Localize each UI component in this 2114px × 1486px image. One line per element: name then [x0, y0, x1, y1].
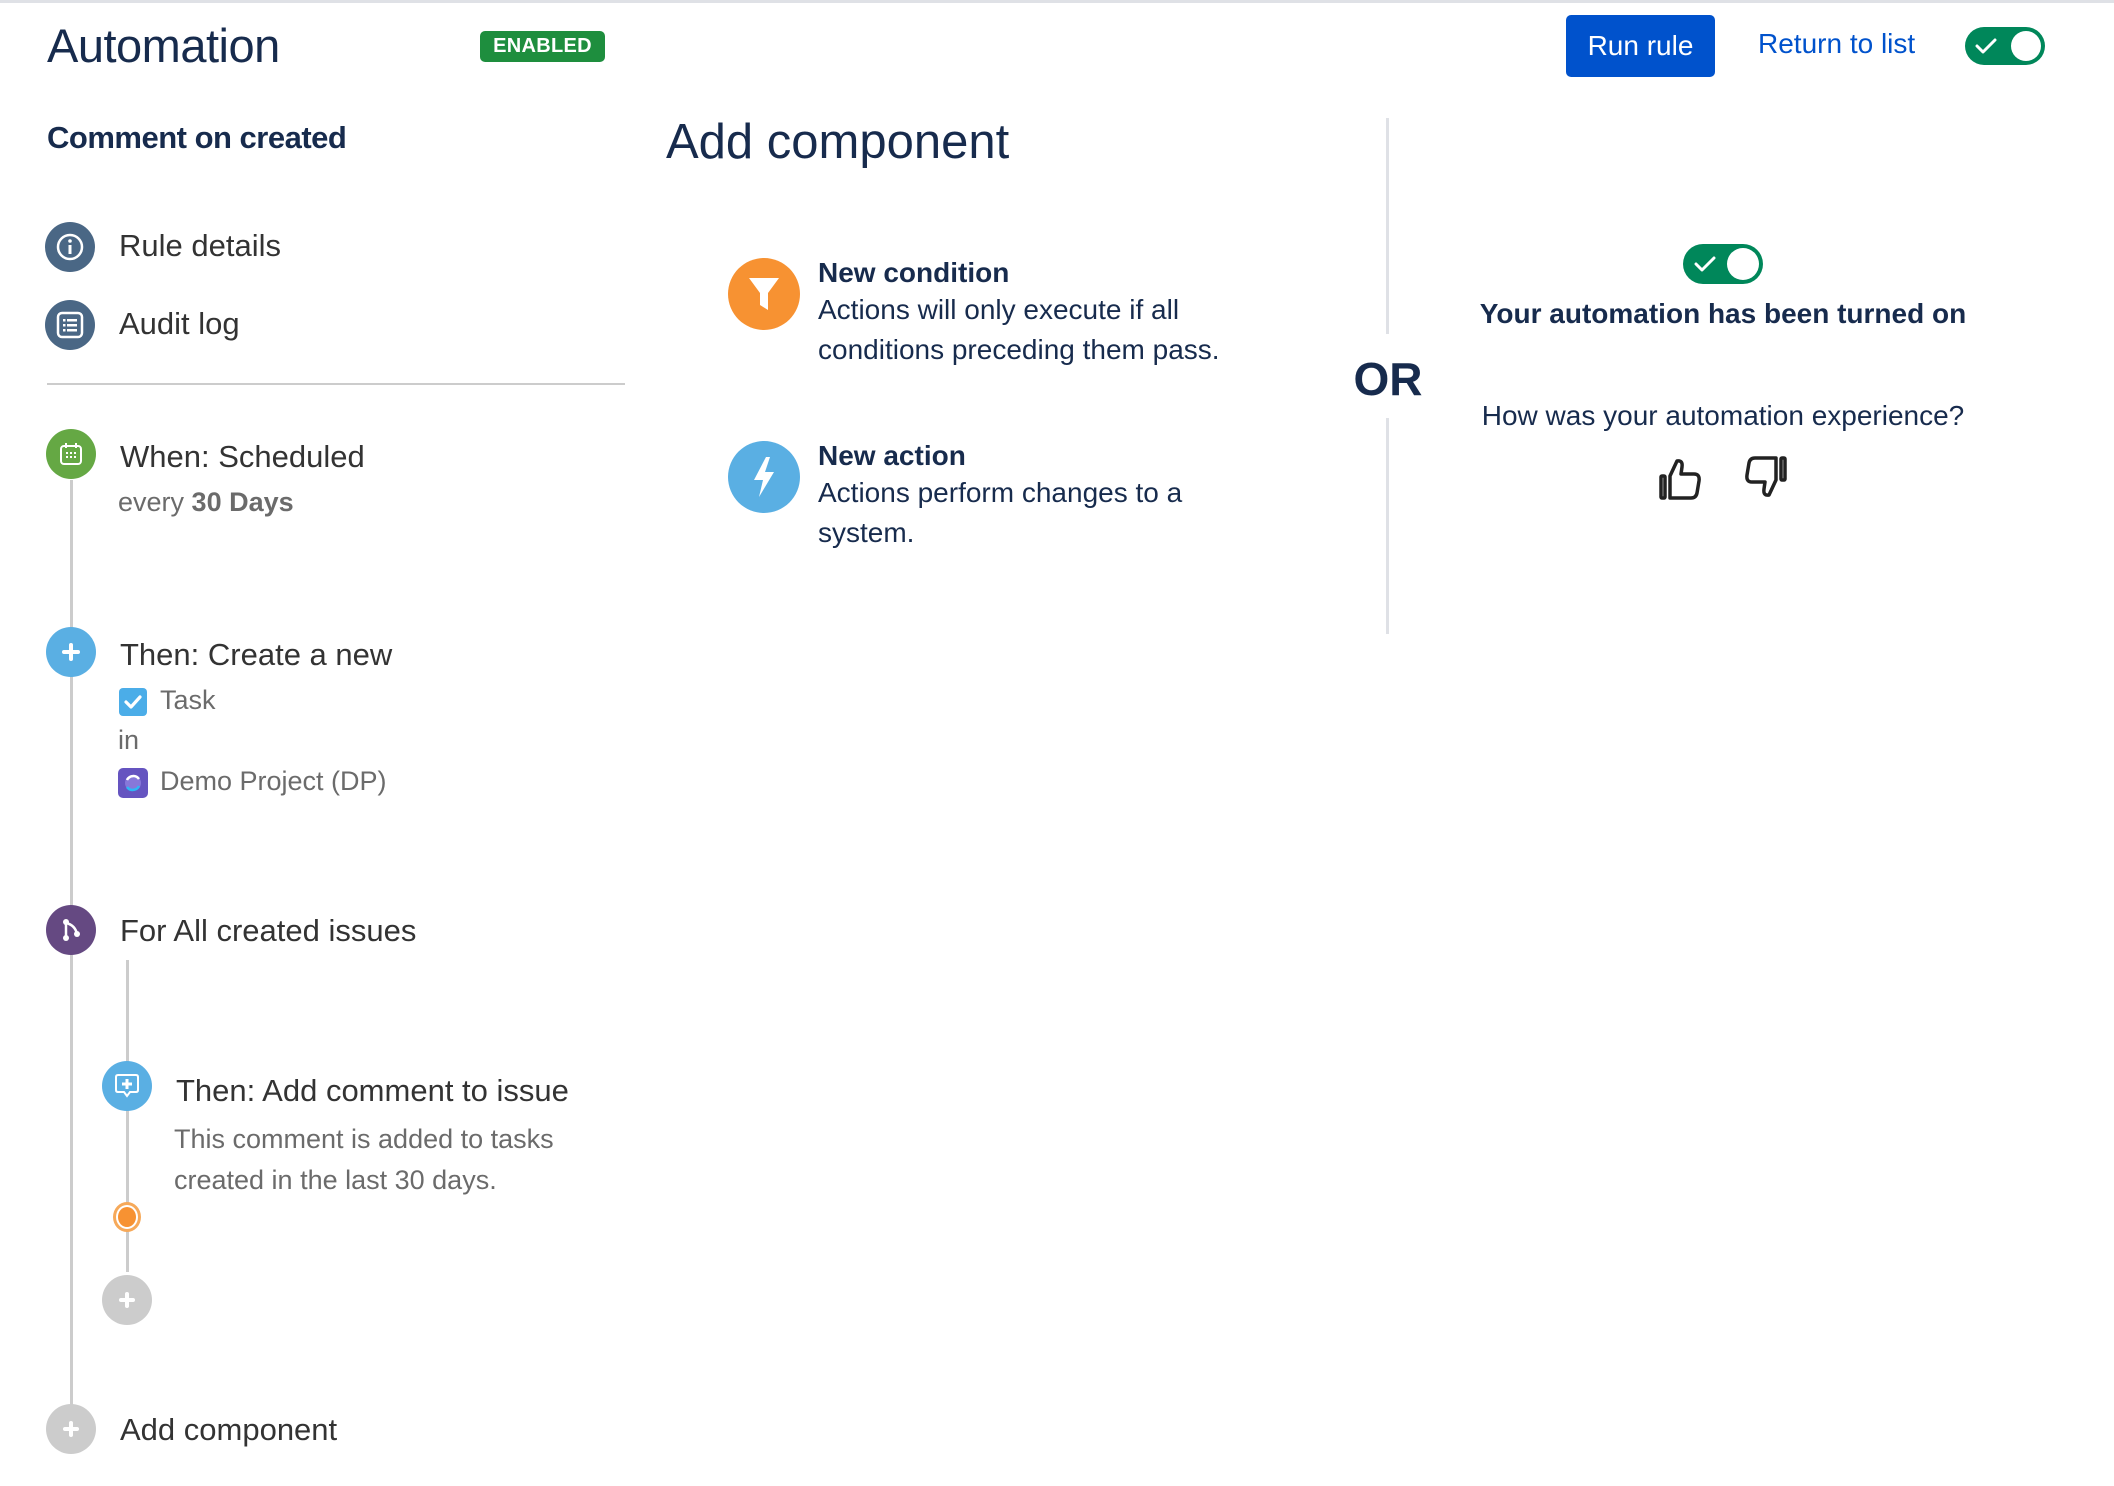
comment-desc-line2: created in the last 30 days. [174, 1165, 497, 1195]
nav-label: Audit log [119, 306, 240, 341]
plus-icon [46, 1404, 96, 1454]
option-desc: Actions perform changes to a system. [818, 477, 1183, 548]
schedule-value: 30 Days [191, 487, 294, 517]
run-rule-button[interactable]: Run rule [1566, 15, 1715, 77]
thumbs-down-button[interactable] [1739, 451, 1791, 503]
insert-point-dot [118, 1207, 136, 1227]
comment-title: Then: Add comment to issue [176, 1073, 569, 1108]
or-label: OR [1353, 353, 1423, 405]
new-action-option[interactable]: New action Actions perform changes to a … [728, 438, 1268, 558]
project-name: Demo Project (DP) [160, 766, 387, 796]
feedback-question: How was your automation experience? [1481, 400, 1965, 431]
filter-icon [728, 258, 800, 330]
toggle-knob [1727, 248, 1759, 280]
add-component-heading: Add component [666, 115, 1010, 169]
new-condition-option[interactable]: New condition Actions will only execute … [728, 255, 1268, 375]
create-issue-step[interactable]: Then: Create a new Task in Demo Project … [46, 627, 606, 807]
trigger-title: When: Scheduled [120, 439, 365, 474]
nav-rule-details[interactable]: Rule details [45, 222, 445, 274]
plus-icon [119, 1292, 135, 1308]
calendar-icon [46, 429, 96, 479]
connector-text: in [118, 725, 140, 755]
thumbs-up-icon [1659, 459, 1701, 500]
schedule-prefix: every [118, 487, 185, 517]
or-divider-top [1386, 118, 1389, 334]
page-title: Automation [47, 19, 280, 72]
add-component-label: Add component [120, 1412, 338, 1447]
add-component-step[interactable]: Add component [46, 1404, 446, 1456]
thumbs-up-button[interactable] [1655, 453, 1707, 505]
thumbs-down-icon [1745, 456, 1787, 497]
list-icon [45, 300, 95, 350]
nav-label: Rule details [119, 228, 281, 263]
trigger-schedule: every 30 Days [118, 487, 294, 518]
return-to-list-link[interactable]: Return to list [1758, 28, 1915, 60]
option-desc: Actions will only execute if all conditi… [818, 294, 1220, 365]
branch-add-button[interactable] [102, 1275, 152, 1325]
rule-enabled-toggle[interactable] [1965, 27, 2045, 65]
check-icon [1975, 38, 1997, 54]
branch-icon [46, 905, 96, 955]
lightning-icon [728, 441, 800, 513]
automation-on-indicator [1683, 244, 1763, 284]
comment-add-icon [102, 1061, 152, 1111]
option-title: New condition [818, 257, 1010, 288]
branch-step[interactable]: For All created issues [46, 905, 606, 957]
info-icon [45, 222, 95, 272]
or-divider-bottom [1386, 418, 1389, 634]
task-type-icon [119, 688, 147, 716]
top-border [0, 0, 2114, 3]
rule-name: Comment on created [47, 120, 347, 155]
plus-icon [46, 627, 96, 677]
check-icon [1694, 256, 1716, 272]
notification-title: Your automation has been turned on [1479, 298, 1967, 329]
branch-title: For All created issues [120, 913, 417, 948]
sidebar-divider [47, 383, 625, 385]
toggle-knob [2011, 31, 2041, 61]
option-title: New action [818, 440, 966, 471]
trigger-step[interactable]: When: Scheduled every 30 Days [46, 429, 606, 529]
comment-desc-line1: This comment is added to tasks [174, 1124, 554, 1154]
selected-insert-point[interactable] [113, 1202, 141, 1232]
status-badge: ENABLED [480, 31, 605, 62]
project-avatar-icon [118, 768, 148, 798]
add-comment-step[interactable]: Then: Add comment to issue This comment … [102, 1061, 622, 1201]
issue-type: Task [160, 685, 216, 715]
create-title: Then: Create a new [120, 637, 393, 672]
nav-audit-log[interactable]: Audit log [45, 300, 445, 352]
